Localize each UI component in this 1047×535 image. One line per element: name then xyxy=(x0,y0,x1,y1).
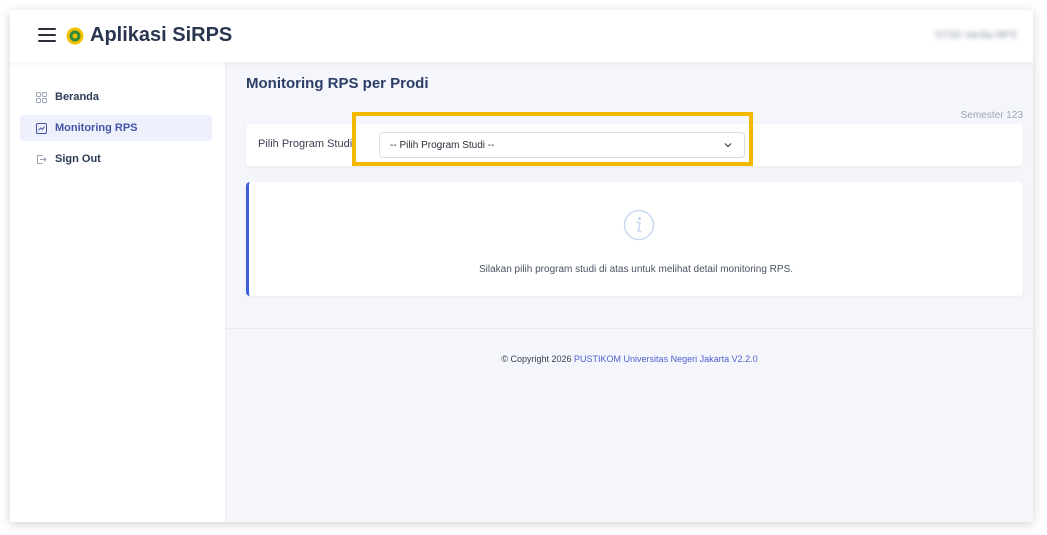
sidebar: Beranda Monitoring RPS Sign Out xyxy=(10,62,226,522)
program-studi-select[interactable]: -- Pilih Program Studi -- xyxy=(379,132,745,158)
sidebar-item-beranda[interactable]: Beranda xyxy=(20,84,212,110)
top-navbar: Aplikasi SiRPS STSD Vardia MPS xyxy=(10,10,1033,62)
info-message: Silakan pilih program studi di atas untu… xyxy=(478,264,794,275)
chart-file-icon xyxy=(36,122,47,134)
copyright-text: © Copyright 2026 xyxy=(501,354,575,364)
select-value: -- Pilih Program Studi -- xyxy=(390,139,495,151)
user-menu[interactable]: STSD Vardia MPS xyxy=(935,30,1017,41)
app-window: Aplikasi SiRPS STSD Vardia MPS Beranda M… xyxy=(10,10,1033,522)
info-icon xyxy=(623,209,655,241)
page-title: Monitoring RPS per Prodi xyxy=(246,75,429,92)
semester-label: Semester 123 xyxy=(960,110,1023,121)
filter-card: Pilih Program Studi -- Pilih Program Stu… xyxy=(246,124,1023,166)
university-logo-icon xyxy=(66,27,84,45)
main-content: Monitoring RPS per Prodi Semester 123 Pi… xyxy=(226,62,1033,522)
footer: © Copyright 2026 PUSTIKOM Universitas Ne… xyxy=(226,354,1033,364)
footer-divider xyxy=(226,328,1033,329)
sidebar-item-monitoring-rps[interactable]: Monitoring RPS xyxy=(20,115,212,141)
hamburger-menu-icon[interactable] xyxy=(38,28,56,42)
sidebar-item-label: Sign Out xyxy=(55,153,101,165)
app-title: Aplikasi SiRPS xyxy=(90,24,233,46)
chevron-down-icon xyxy=(724,143,732,148)
sidebar-item-label: Beranda xyxy=(55,91,100,103)
pustikom-link[interactable]: PUSTIKOM Universitas Negeri Jakarta V2.2… xyxy=(574,354,758,364)
info-card: Silakan pilih program studi di atas untu… xyxy=(246,182,1023,296)
sign-out-icon xyxy=(37,154,47,164)
sidebar-item-label: Monitoring RPS xyxy=(55,122,138,134)
grid-icon xyxy=(36,91,47,103)
sidebar-item-sign-out[interactable]: Sign Out xyxy=(20,146,212,172)
program-studi-label: Pilih Program Studi xyxy=(258,138,353,150)
